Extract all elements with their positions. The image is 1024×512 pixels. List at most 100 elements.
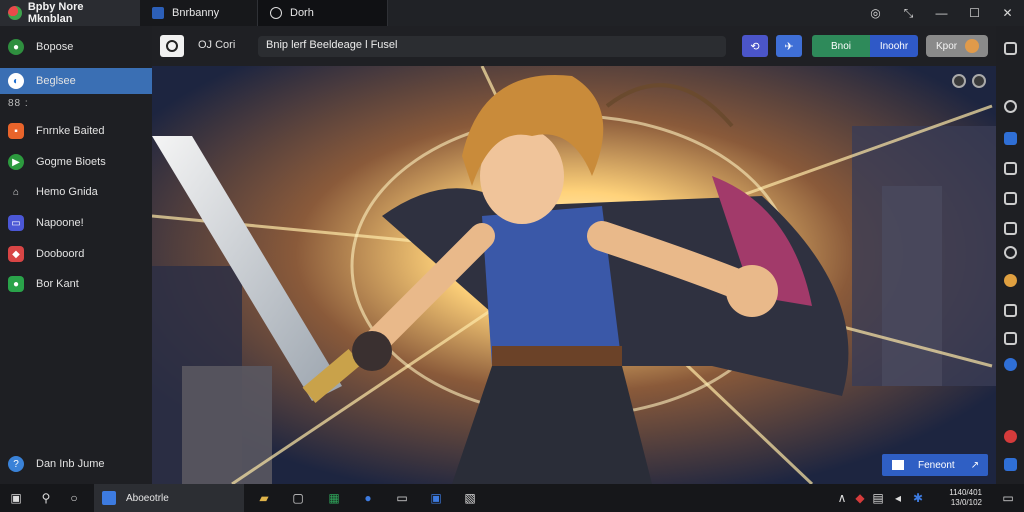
account-icon[interactable]: ◎ (859, 0, 892, 26)
settings-icon[interactable] (1004, 100, 1017, 113)
spreadsheet-icon[interactable]: ▦ (326, 490, 342, 506)
store-icon: ▪ (8, 123, 24, 139)
points-label: Kpor (936, 40, 958, 52)
task-view-icon[interactable]: ○ (66, 490, 82, 506)
android-icon: ● (8, 276, 24, 292)
close-icon[interactable]: ✕ (991, 0, 1024, 26)
sidebar-sub-label: 88 : (8, 98, 29, 109)
sidebar-item-android[interactable]: ● Bor Kant (0, 271, 152, 297)
sidebar-item-label: Fnrnke Baited (36, 125, 105, 137)
folder-icon[interactable] (1004, 332, 1017, 345)
sidebar-item-beglsee[interactable]: ◐ Beglsee (0, 68, 152, 94)
folder-icon[interactable]: ▰ (256, 490, 272, 506)
chevron-up-icon[interactable]: ∧ (834, 490, 850, 506)
sidebar-item-help[interactable]: ? Dan Inb Jume (0, 451, 152, 477)
video-icon: ▭ (8, 215, 24, 231)
toolbar: OJ Cori Bnip lerf Beeldeage l Fusel ⟲ ✈ … (152, 26, 996, 66)
notifications-icon[interactable]: ▭ (1000, 490, 1016, 506)
start-icon[interactable]: ▣ (8, 490, 24, 506)
system-clock[interactable]: 1140/401 13/0/102 (940, 488, 982, 508)
reward-icon (892, 460, 904, 470)
game-viewport[interactable]: Feneont ↗ (152, 66, 996, 484)
location-icon[interactable] (1004, 304, 1017, 317)
gamepad-icon: ◆ (8, 246, 24, 262)
taskbar-app-label: Aboeotrle (126, 492, 169, 504)
address-field[interactable]: Bnip lerf Beeldeage l Fusel (258, 36, 726, 57)
google-play-icon: ▶ (8, 154, 24, 170)
expand-icon: ↗ (970, 459, 980, 471)
tab-app-icon (152, 7, 164, 19)
browser-icon[interactable]: ● (360, 490, 376, 506)
fullscreen-icon[interactable] (1004, 42, 1017, 55)
sidebar-item-store[interactable]: ▪ Fnrnke Baited (0, 118, 152, 144)
tab-1[interactable]: Bnrbanny (140, 0, 258, 26)
home-icon (166, 40, 178, 52)
sidebar: ● Bopose ◐ Beglsee 88 : ▪ Fnrnke Baited … (0, 26, 152, 484)
bluetooth-icon[interactable]: ✱ (910, 490, 926, 506)
taskbar-active-app[interactable]: Aboeotrle (94, 484, 244, 512)
search-icon[interactable]: ⚲ (38, 490, 54, 506)
camera-icon[interactable] (972, 74, 986, 88)
app-center-icon[interactable] (1004, 458, 1017, 471)
search-icon (270, 7, 282, 19)
tab-label: Bnrbanny (172, 7, 220, 19)
sidebar-item-video[interactable]: ▭ Napoone! (0, 210, 152, 236)
app-title-text: Bpby Nore Mknblan (27, 1, 84, 25)
clock-time: 1140/401 (949, 488, 982, 497)
volume-icon[interactable]: ◂ (890, 490, 906, 506)
home-icon: ⌂ (12, 186, 20, 198)
sidebar-item-label: Dan Inb Jume (36, 458, 105, 470)
sidebar-item-google-play[interactable]: ▶ Gogme Bioets (0, 149, 152, 175)
tab-label: Dorh (290, 7, 314, 19)
record-icon[interactable] (1004, 222, 1017, 235)
home-button[interactable] (160, 35, 184, 57)
sidebar-item-bopose[interactable]: ● Bopose (0, 34, 152, 60)
antivirus-icon[interactable]: ◆ (852, 490, 868, 506)
game-artwork (152, 66, 996, 484)
help-icon: ? (8, 456, 24, 472)
sidebar-item-label: Bor Kant (36, 278, 79, 290)
window-icon[interactable]: ▭ (394, 490, 410, 506)
reward-button[interactable]: Feneont ↗ (882, 454, 988, 476)
sidebar-item-gamepad[interactable]: ◆ Dooboord (0, 241, 152, 267)
app-icon (102, 491, 116, 505)
gamepad-icon[interactable] (1004, 246, 1017, 259)
sidebar-item-label: Gogme Bioets (36, 156, 106, 168)
split-button[interactable]: Bnoi Inoohr (812, 35, 918, 57)
globe-icon: ● (8, 39, 24, 55)
photos-icon[interactable]: ▧ (462, 490, 478, 506)
sidebar-item-label: Dooboord (36, 248, 85, 260)
sidebar-item-label: Bopose (36, 41, 74, 53)
camera-icon[interactable]: ▢ (290, 490, 306, 506)
points-pill[interactable]: Kpor (926, 35, 988, 57)
minimize-icon[interactable]: — (925, 0, 958, 26)
rotate-icon[interactable] (1004, 358, 1017, 371)
screenshot-icon[interactable] (1004, 192, 1017, 205)
title-bar: Bpby Nore Mknblan Bnrbanny Dorh ◎ ⤡ — ☐ … (0, 0, 1024, 26)
alert-icon[interactable] (1004, 430, 1017, 443)
refresh-button[interactable]: ⟲ (742, 35, 768, 57)
app-logo-icon (8, 6, 22, 20)
window-controls: ◎ ⤡ — ☐ ✕ (859, 0, 1024, 26)
keyboard-icon[interactable] (1004, 132, 1017, 145)
settings-icon[interactable] (952, 74, 966, 88)
pin-icon[interactable]: ⤡ (892, 0, 925, 26)
bluestacks-icon: ◐ (8, 73, 24, 89)
split-left-button[interactable]: Bnoi (812, 35, 870, 57)
tab-2[interactable]: Dorh (258, 0, 388, 26)
sidebar-item-label: Beglsee (36, 75, 76, 87)
coin-icon (965, 39, 980, 53)
store-icon[interactable]: ▣ (428, 490, 444, 506)
maximize-icon[interactable]: ☐ (958, 0, 991, 26)
screen-icon[interactable] (1004, 162, 1017, 175)
airplane-button[interactable]: ✈ (776, 35, 802, 57)
taskbar: ▣ ⚲ ○ Aboeotrle ▰ ▢ ▦ ● ▭ ▣ ▧ ∧ ◆ ▤ ◂ ✱ … (0, 484, 1024, 512)
reward-label: Feneont (918, 459, 955, 471)
sidebar-item-label: Hemo Gnida (36, 186, 98, 198)
coin-icon[interactable] (1004, 274, 1017, 287)
toolbar-label: OJ Cori (198, 39, 236, 51)
sidebar-item-label: Napoone! (36, 217, 84, 229)
sidebar-item-home[interactable]: ⌂ Hemo Gnida (0, 179, 152, 205)
network-icon[interactable]: ▤ (870, 490, 886, 506)
split-right-button[interactable]: Inoohr (870, 35, 918, 57)
